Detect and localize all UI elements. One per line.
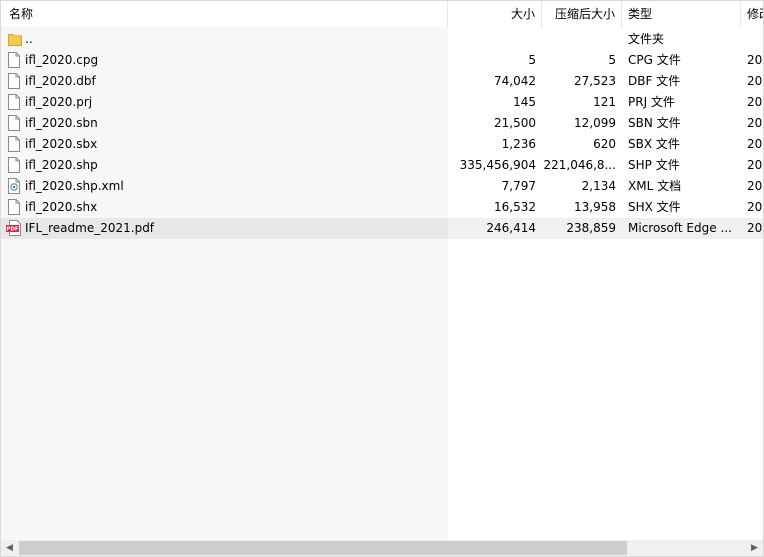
file-list: .. 文件夹 ifl_2020.cpg 5 5 CPG 文件 20 ifl_20… xyxy=(1,27,763,540)
file-row[interactable]: ifl_2020.shp.xml 7,797 2,134 XML 文档 20 xyxy=(1,176,763,197)
file-compressed-size: 238,859 xyxy=(566,221,616,235)
file-modified: 20 xyxy=(747,200,763,214)
file-name: ifl_2020.sbn xyxy=(25,116,98,130)
file-name-cell[interactable]: .. xyxy=(1,29,448,50)
file-icon xyxy=(8,115,20,131)
file-list-window: 名称 ⌃ 大小 压缩后大小 类型 修改 .. 文件夹 ifl_2020.cpg … xyxy=(0,0,764,557)
file-name: ifl_2020.cpg xyxy=(25,53,99,67)
file-name-cell[interactable]: ifl_2020.dbf xyxy=(1,71,448,92)
file-name-cell[interactable]: ifl_2020.sbx xyxy=(1,134,448,155)
file-type: DBF 文件 xyxy=(628,74,681,88)
file-icon xyxy=(8,157,20,173)
file-size: 21,500 xyxy=(494,116,536,130)
file-size: 74,042 xyxy=(494,74,536,88)
file-compressed-size: 221,046,8... xyxy=(543,158,616,172)
file-modified xyxy=(741,29,763,50)
file-type: PRJ 文件 xyxy=(628,95,675,109)
file-name: ifl_2020.shp.xml xyxy=(25,179,124,193)
file-modified: 20 xyxy=(747,116,763,130)
file-name-cell[interactable]: ifl_2020.sbn xyxy=(1,113,448,134)
file-compressed-size: 12,099 xyxy=(574,116,616,130)
file-compressed-size: 5 xyxy=(608,53,616,67)
file-size: 5 xyxy=(528,53,536,67)
file-type: CPG 文件 xyxy=(628,53,681,67)
file-type: XML 文档 xyxy=(628,179,682,193)
file-compressed-size: 2,134 xyxy=(581,179,616,193)
column-type-label: 类型 xyxy=(628,7,653,21)
file-type: SHP 文件 xyxy=(628,158,680,172)
file-type: SHX 文件 xyxy=(628,200,681,214)
pdf-icon-label: PDF xyxy=(6,227,19,233)
column-header-type[interactable]: 类型 xyxy=(622,1,741,27)
file-name: ifl_2020.prj xyxy=(25,95,93,109)
file-name-cell[interactable]: ifl_2020.shp xyxy=(1,155,448,176)
sort-ascending-icon: ⌃ xyxy=(221,0,231,8)
file-type: SBX 文件 xyxy=(628,137,680,151)
file-name: IFL_readme_2021.pdf xyxy=(25,221,155,235)
file-size: 1,236 xyxy=(501,137,536,151)
scroll-right-arrow-icon[interactable]: ▶ xyxy=(746,540,763,556)
file-icon xyxy=(8,94,20,110)
xml-file-icon xyxy=(8,178,20,194)
file-row[interactable]: ifl_2020.shp 335,456,904 221,046,8... SH… xyxy=(1,155,763,176)
horizontal-scrollbar[interactable]: ◀ ▶ xyxy=(1,540,763,556)
file-type: Microsoft Edge ... xyxy=(628,221,732,235)
file-name-cell[interactable]: ifl_2020.prj xyxy=(1,92,448,113)
column-compressed-label: 压缩后大小 xyxy=(554,7,615,21)
file-name: .. xyxy=(25,32,33,46)
file-row[interactable]: .. 文件夹 xyxy=(1,29,763,50)
file-name-cell[interactable]: PDF IFL_readme_2021.pdf xyxy=(1,218,448,239)
file-icon xyxy=(8,73,20,89)
file-compressed-size: 620 xyxy=(593,137,616,151)
file-compressed-size xyxy=(542,29,622,50)
file-row[interactable]: ifl_2020.sbx 1,236 620 SBX 文件 20 xyxy=(1,134,763,155)
file-compressed-size: 121 xyxy=(593,95,616,109)
file-name: ifl_2020.sbx xyxy=(25,137,98,151)
file-modified: 20 xyxy=(747,221,763,235)
column-header-modified[interactable]: 修改 xyxy=(741,1,763,27)
file-row[interactable]: ifl_2020.prj 145 121 PRJ 文件 20 xyxy=(1,92,763,113)
scroll-left-arrow-icon[interactable]: ◀ xyxy=(1,540,18,556)
file-modified: 20 xyxy=(747,137,763,151)
file-name: ifl_2020.dbf xyxy=(25,74,96,88)
file-size: 7,797 xyxy=(501,179,536,193)
column-modified-label: 修改 xyxy=(747,7,763,21)
file-modified: 20 xyxy=(747,158,763,172)
file-row[interactable]: ifl_2020.sbn 21,500 12,099 SBN 文件 20 xyxy=(1,113,763,134)
file-name-cell[interactable]: ifl_2020.shp.xml xyxy=(1,176,448,197)
pdf-file-icon: PDF xyxy=(6,220,22,236)
file-modified: 20 xyxy=(747,179,763,193)
file-size: 246,414 xyxy=(486,221,536,235)
file-icon xyxy=(8,52,20,68)
file-type: SBN 文件 xyxy=(628,116,681,130)
file-size: 16,532 xyxy=(494,200,536,214)
column-size-label: 大小 xyxy=(510,7,535,21)
file-name: ifl_2020.shp xyxy=(25,158,98,172)
scrollbar-thumb[interactable] xyxy=(19,541,627,555)
file-type: 文件夹 xyxy=(628,32,665,46)
file-size: 335,456,904 xyxy=(459,158,536,172)
file-compressed-size: 13,958 xyxy=(574,200,616,214)
file-compressed-size: 27,523 xyxy=(574,74,616,88)
file-name-cell[interactable]: ifl_2020.shx xyxy=(1,197,448,218)
file-icon xyxy=(8,199,20,215)
file-modified: 20 xyxy=(747,74,763,88)
file-modified: 20 xyxy=(747,95,763,109)
file-size: 145 xyxy=(513,95,536,109)
file-name: ifl_2020.shx xyxy=(25,200,98,214)
column-header-compressed-size[interactable]: 压缩后大小 xyxy=(542,1,622,27)
file-size xyxy=(448,29,542,50)
file-modified: 20 xyxy=(747,53,763,67)
file-row[interactable]: ifl_2020.cpg 5 5 CPG 文件 20 xyxy=(1,50,763,71)
file-name-cell[interactable]: ifl_2020.cpg xyxy=(1,50,448,71)
file-row[interactable]: ifl_2020.shx 16,532 13,958 SHX 文件 20 xyxy=(1,197,763,218)
file-row[interactable]: ifl_2020.dbf 74,042 27,523 DBF 文件 20 xyxy=(1,71,763,92)
column-header-size[interactable]: 大小 xyxy=(448,1,542,27)
file-row[interactable]: PDF IFL_readme_2021.pdf 246,414 238,859 … xyxy=(1,218,763,239)
folder-icon xyxy=(8,31,22,47)
file-icon xyxy=(8,136,20,152)
column-header: 名称 ⌃ 大小 压缩后大小 类型 修改 xyxy=(1,1,763,27)
